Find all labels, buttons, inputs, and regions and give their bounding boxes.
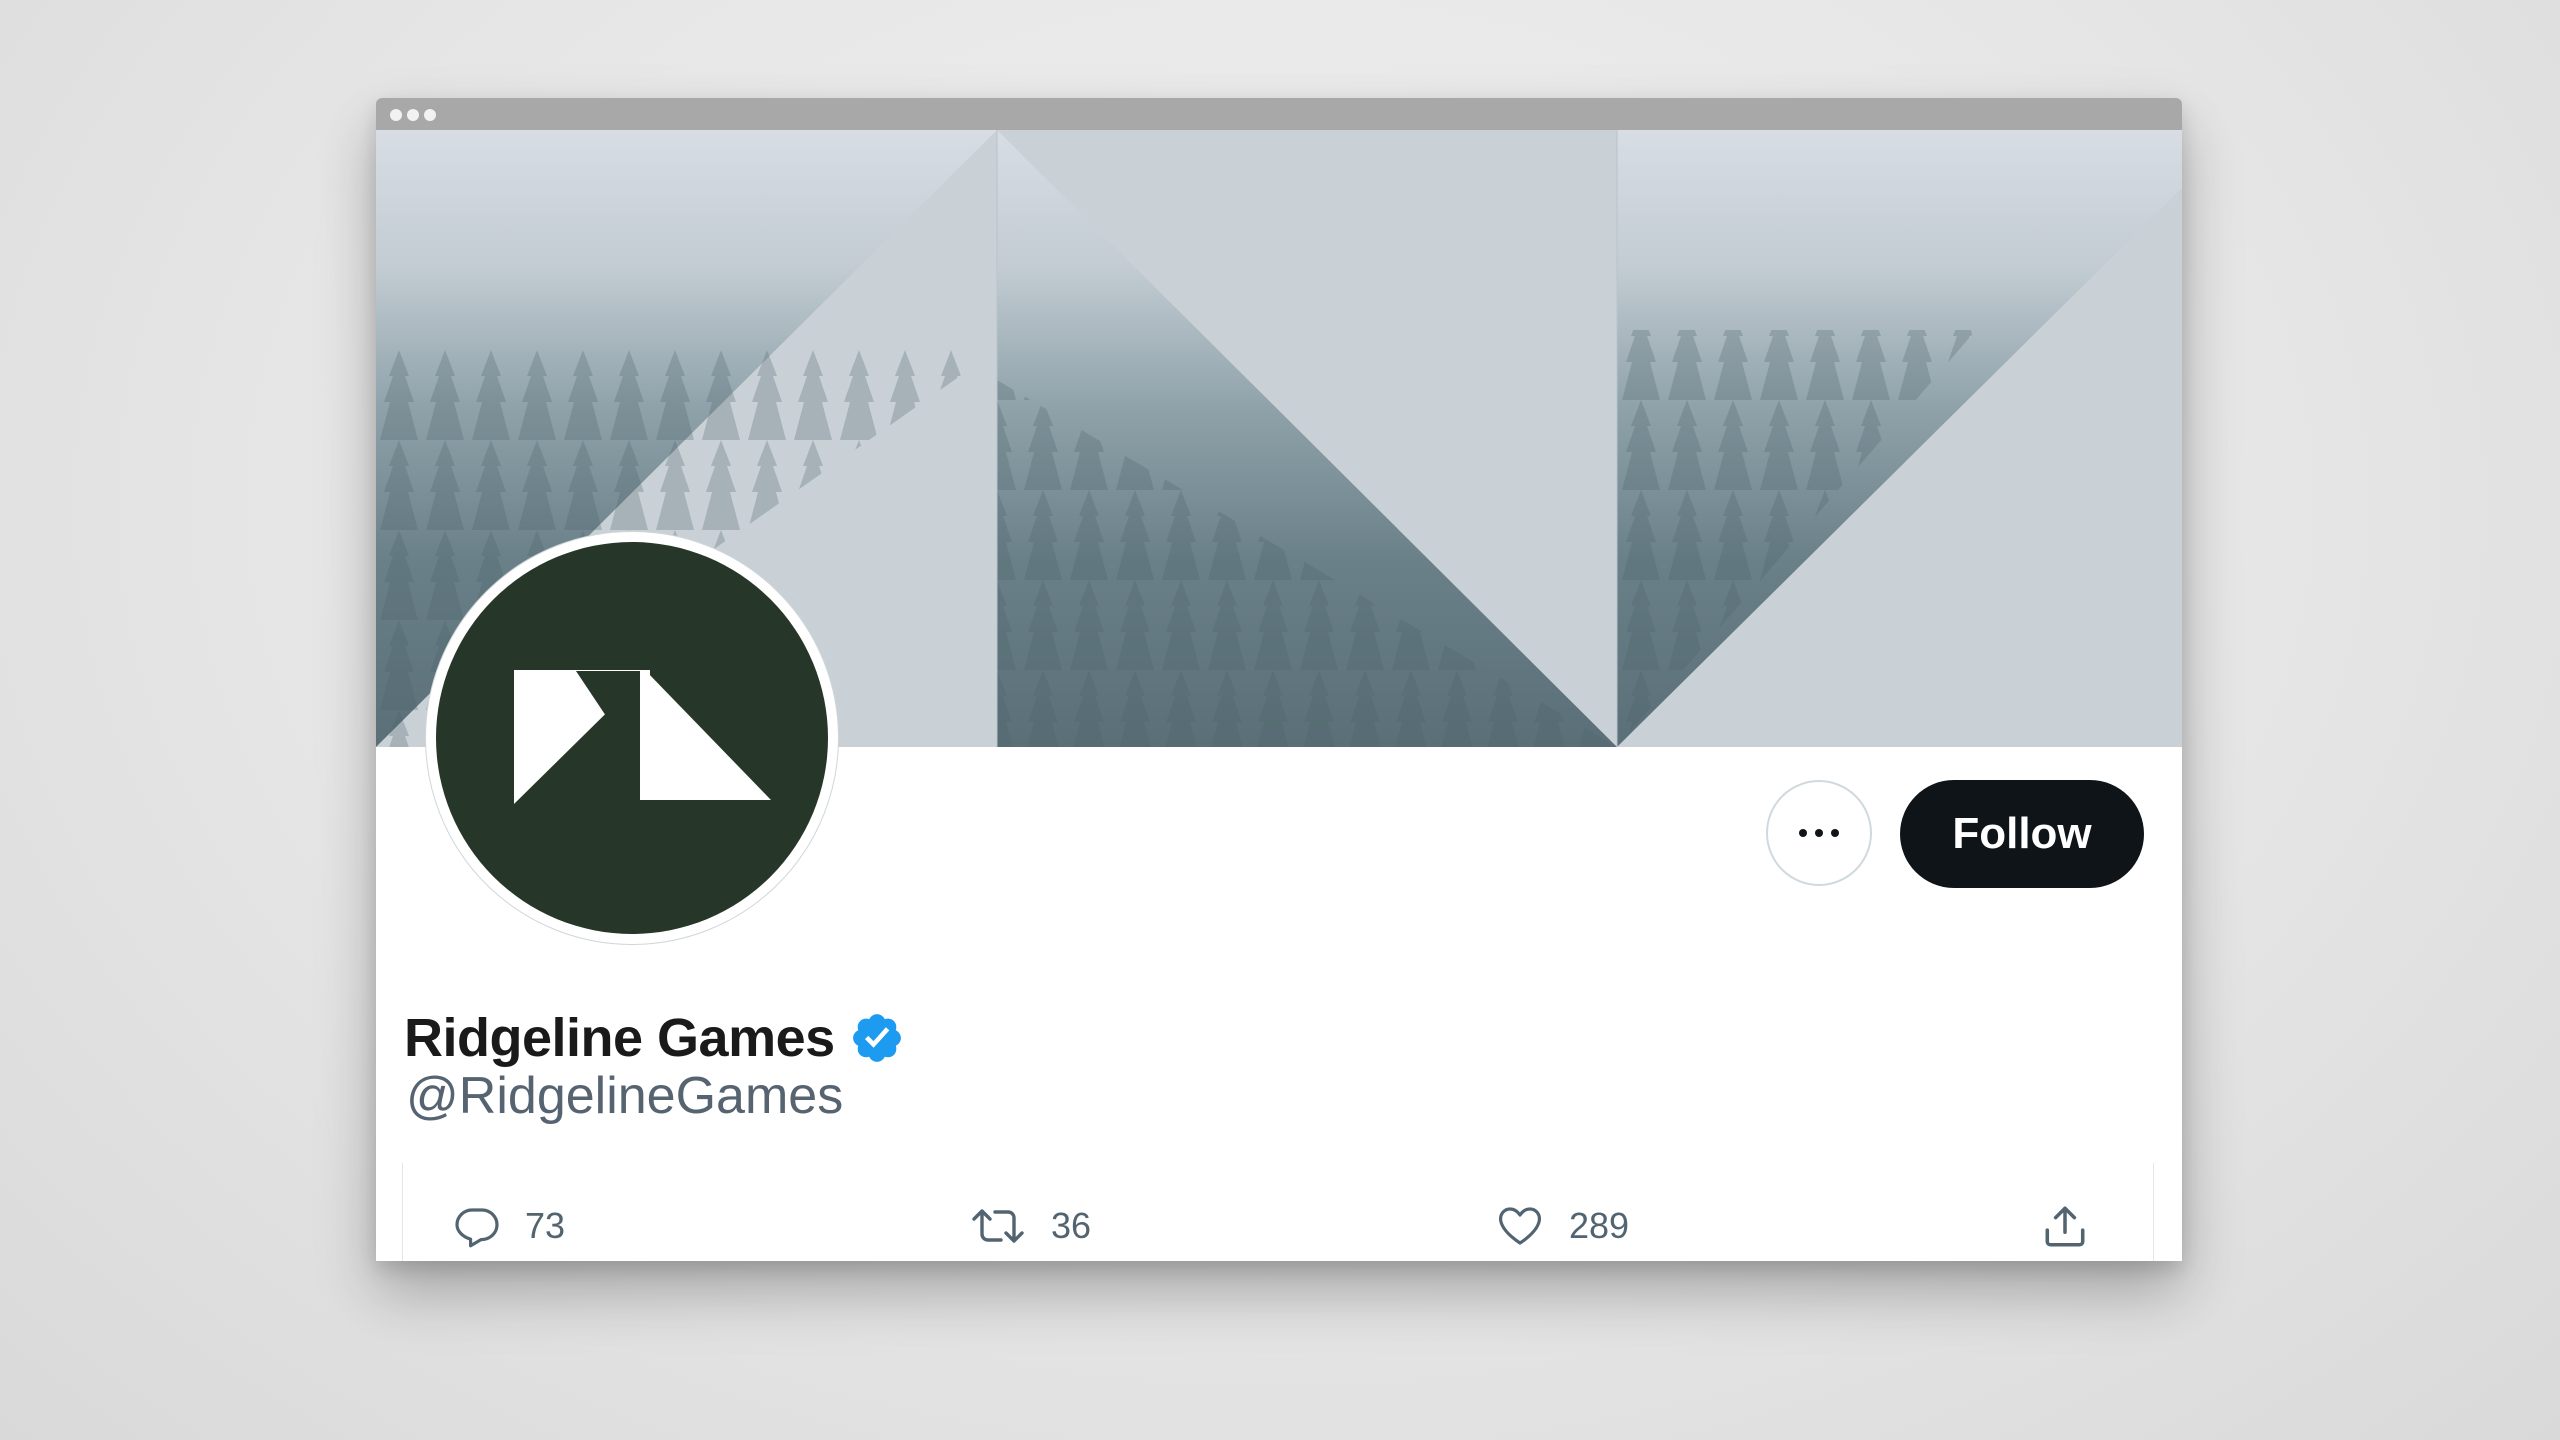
retweet-count: 36 bbox=[1051, 1205, 1092, 1246]
share-action[interactable] bbox=[2040, 1196, 2090, 1256]
window-control-dot[interactable] bbox=[424, 109, 436, 121]
more-horizontal-icon bbox=[1799, 829, 1807, 837]
tweet-card bbox=[402, 1163, 2154, 1261]
more-dot bbox=[1831, 829, 1839, 837]
more-options-button[interactable] bbox=[1766, 780, 1872, 886]
profile-handle: @RidgelineGames bbox=[406, 1067, 844, 1125]
ridgeline-logo-icon bbox=[514, 670, 771, 804]
verified-badge-icon bbox=[852, 1014, 901, 1062]
retweet-icon bbox=[972, 1209, 1024, 1243]
like-action[interactable]: 289 bbox=[1495, 1196, 1629, 1256]
reply-action[interactable]: 73 bbox=[453, 1196, 565, 1256]
window-titlebar bbox=[376, 98, 2182, 130]
window-control-dot[interactable] bbox=[390, 109, 402, 121]
reply-count: 73 bbox=[525, 1205, 566, 1246]
like-count: 289 bbox=[1569, 1205, 1630, 1246]
reply-icon bbox=[455, 1208, 499, 1248]
display-name: Ridgeline Games bbox=[404, 1008, 835, 1068]
window-control-dot[interactable] bbox=[407, 109, 419, 121]
heart-icon bbox=[1499, 1207, 1541, 1245]
more-dot bbox=[1815, 829, 1823, 837]
share-icon bbox=[2045, 1206, 2085, 1247]
retweet-action[interactable]: 36 bbox=[969, 1196, 1091, 1256]
profile-avatar[interactable] bbox=[425, 531, 839, 945]
avatar-logo bbox=[436, 542, 828, 934]
name-row: Ridgeline Games bbox=[404, 1003, 905, 1073]
browser-window: Follow Ridgeline Games @RidgelineGames 7… bbox=[376, 98, 2182, 1261]
follow-button[interactable]: Follow bbox=[1900, 780, 2144, 888]
